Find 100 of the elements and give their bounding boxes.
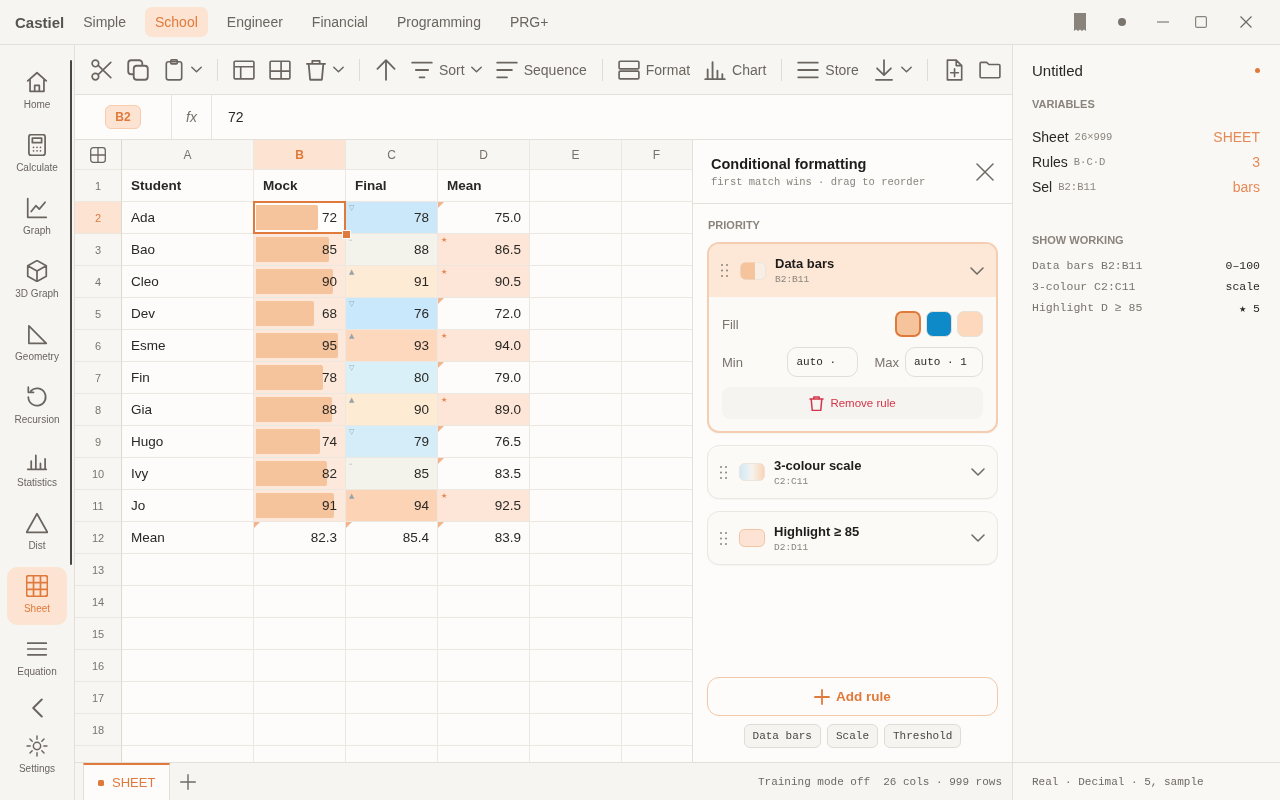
- sidebar-item[interactable]: Geometry: [7, 315, 67, 373]
- scissors-icon[interactable]: [91, 58, 113, 81]
- cell-value: Ada: [131, 210, 156, 225]
- chevron-down-icon[interactable]: [971, 534, 985, 542]
- cell-value: 68: [321, 306, 337, 321]
- close-icon[interactable]: [976, 162, 994, 181]
- cell-value: 76: [413, 306, 429, 321]
- cell-value: 93: [413, 338, 429, 353]
- drag-handle-icon[interactable]: [720, 465, 727, 479]
- sidebar-item[interactable]: Graph: [7, 189, 67, 247]
- preset-chip[interactable]: Data bars: [743, 724, 821, 748]
- cell-value: 86.5: [494, 242, 521, 257]
- sheet-tab[interactable]: SHEET: [83, 763, 171, 800]
- sidebar-item[interactable]: 3D Graph: [7, 252, 67, 310]
- add-rule-button[interactable]: Add rule: [707, 677, 998, 716]
- scrollbar[interactable]: [70, 60, 72, 565]
- variable-detail: 26×999: [1074, 130, 1113, 143]
- cell-value: 94: [413, 498, 429, 513]
- chevron-left-icon[interactable]: [31, 698, 43, 718]
- section-heading: SHOW WORKING: [1032, 233, 1125, 247]
- plus-icon: [814, 688, 831, 705]
- cell-value: 85: [413, 466, 429, 481]
- sidebar-item[interactable]: Calculate: [7, 126, 67, 184]
- working-result: 0–100: [1225, 259, 1260, 272]
- sort-button[interactable]: Sort: [406, 54, 487, 85]
- table-icon[interactable]: [233, 58, 255, 81]
- dot-icon[interactable]: [1118, 18, 1126, 26]
- rule-range: C2:C11: [774, 475, 810, 487]
- chart-button[interactable]: Chart: [699, 54, 772, 85]
- cell-value: 88: [321, 402, 337, 417]
- cell-value: Gia: [131, 402, 152, 417]
- cell-value: 78: [413, 210, 429, 225]
- mode-tab[interactable]: PRG+: [499, 7, 559, 37]
- cell-value: Dev: [131, 306, 155, 321]
- fill-swatch-icon: [739, 529, 765, 547]
- drag-handle-icon[interactable]: [720, 531, 727, 545]
- chevron-down-icon[interactable]: [971, 468, 985, 476]
- cell-value: 83.5: [494, 466, 521, 481]
- cell-value: Fin: [131, 370, 150, 385]
- variable-detail: B2:B11: [1058, 180, 1097, 193]
- remove-rule-button[interactable]: Remove rule: [722, 387, 983, 419]
- variable-value: SHEET: [1213, 128, 1260, 145]
- rule-name: 3-colour scale: [774, 457, 862, 473]
- cell-value: 85.4: [402, 530, 429, 545]
- preset-chip[interactable]: Scale: [827, 724, 878, 748]
- cell-value: Hugo: [131, 434, 164, 449]
- rule-name: Highlight ≥ 85: [774, 523, 860, 539]
- cell-value: 79.0: [494, 370, 521, 385]
- fill-handle[interactable]: [342, 230, 351, 239]
- document-title: Untitled: [1032, 61, 1083, 79]
- field-label: Max: [874, 354, 899, 370]
- max-field[interactable]: auto · 1: [905, 347, 983, 377]
- preset-chip[interactable]: Threshold: [884, 724, 962, 748]
- select-all-icon[interactable]: [90, 146, 106, 163]
- caret-icon: [900, 66, 912, 73]
- cell-value: 82.3: [310, 530, 337, 545]
- cell-value: 90: [413, 402, 429, 417]
- cell-value: 82: [321, 466, 337, 481]
- cell-value: 74: [321, 434, 337, 449]
- home-icon: [26, 71, 48, 93]
- receipt-icon[interactable]: [1074, 13, 1086, 31]
- sidebar-item[interactable]: Home: [7, 63, 67, 121]
- variable-value: 3: [1252, 153, 1260, 170]
- triangle-icon: [26, 512, 48, 534]
- section-heading: PRIORITY: [708, 219, 761, 231]
- sequence-button[interactable]: Sequence: [490, 54, 592, 85]
- mode-tab[interactable]: Simple: [73, 7, 136, 37]
- maximize-icon[interactable]: [1195, 16, 1207, 28]
- settings-button[interactable]: Settings: [7, 727, 67, 785]
- chevron-down-icon[interactable]: [970, 266, 984, 275]
- swatch-icon[interactable]: [895, 311, 921, 337]
- store-button[interactable]: Store: [792, 54, 864, 85]
- mode-tab[interactable]: Programming: [386, 7, 491, 37]
- number-format: Real · Decimal · 5, sample: [1032, 775, 1204, 788]
- arrow-up-icon[interactable]: [375, 58, 397, 81]
- cell-value: 85: [321, 242, 337, 257]
- close-icon[interactable]: [1240, 16, 1252, 28]
- cell-value: 72: [321, 210, 337, 225]
- formula-value[interactable]: 72: [228, 109, 244, 125]
- min-field[interactable]: auto ·: [787, 347, 859, 377]
- drag-handle-icon[interactable]: [721, 264, 728, 277]
- format-button[interactable]: Format: [612, 54, 696, 85]
- layout-grid-icon[interactable]: [269, 58, 291, 81]
- sidebar-item[interactable]: Statistics: [7, 441, 67, 499]
- cell-value: 91: [413, 274, 429, 289]
- mode-tab[interactable]: Financial: [301, 7, 378, 37]
- rule-range: B2:B11: [775, 274, 811, 285]
- cell-value: Mock: [263, 178, 298, 193]
- plus-icon[interactable]: [180, 773, 197, 790]
- circular-arrow-icon: [26, 386, 48, 408]
- cell-value: Bao: [131, 242, 156, 257]
- sidebar-item[interactable]: Dist: [7, 504, 67, 562]
- folder-icon[interactable]: [978, 58, 1001, 81]
- copy-icon[interactable]: [127, 58, 149, 81]
- mode-tab[interactable]: Engineer: [216, 7, 293, 37]
- sidebar-item[interactable]: Recursion: [7, 378, 67, 436]
- calculator-icon: [26, 134, 48, 156]
- sidebar-item[interactable]: Equation: [7, 630, 67, 688]
- variable-name: Sheet: [1032, 128, 1069, 145]
- cell-value: 94.0: [494, 338, 521, 353]
